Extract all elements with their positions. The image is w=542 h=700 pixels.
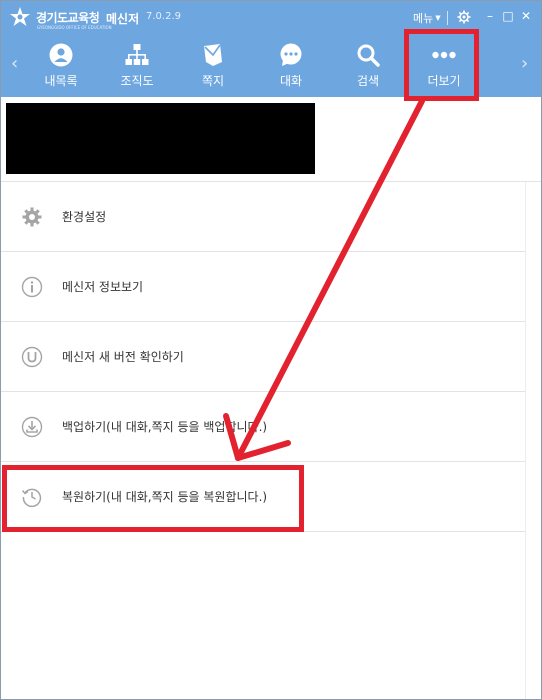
org-name: 경기도교육청: [36, 11, 100, 25]
menu-item-label: 백업하기(내 대화,쪽지 등을 백업합니다.): [62, 420, 268, 434]
download-icon: [21, 416, 43, 438]
nav-item-my-list[interactable]: 내목록: [27, 41, 95, 93]
menu-item-backup[interactable]: 백업하기(내 대화,쪽지 등을 백업합니다.): [1, 392, 525, 462]
org-subtitle: GYEONGGIDO OFFICE OF EDUCATION: [37, 25, 112, 30]
menu-item-check-update[interactable]: 메신저 새 버전 확인하기: [1, 322, 525, 392]
menu-item-label: 환경설정: [62, 210, 107, 224]
nav-next-button[interactable]: ›: [521, 53, 528, 74]
person-icon: [49, 43, 73, 67]
titlebar-divider: [447, 11, 448, 25]
info-icon: [21, 276, 43, 298]
update-icon: [21, 346, 43, 368]
org-chart-icon: [125, 44, 149, 65]
version-label: 7.0.2.9: [146, 11, 181, 22]
nav-item-notes[interactable]: 쪽지: [179, 41, 247, 93]
annotation-highlight-restore: [2, 465, 304, 532]
nav-label: 조직도: [120, 74, 154, 88]
nav-label: 대화: [279, 74, 303, 88]
nav-label: 쪽지: [201, 74, 225, 88]
menu-item-info[interactable]: 메신저 정보보기: [1, 252, 525, 322]
nav-label: 내목록: [44, 74, 78, 88]
scrollbar[interactable]: [525, 182, 541, 699]
gear-icon: [22, 207, 42, 227]
menu-label: 메뉴: [413, 12, 434, 25]
nav-label: 검색: [356, 74, 380, 88]
chat-icon: [280, 43, 302, 66]
messenger-window: 경기도교육청 GYEONGGIDO OFFICE OF EDUCATION 메신…: [0, 0, 542, 700]
nav-prev-button[interactable]: ‹: [11, 53, 18, 74]
annotation-highlight-more: [404, 29, 479, 101]
redacted-profile-block: [6, 103, 315, 174]
search-icon: [357, 44, 380, 67]
caret-down-icon: ▼: [435, 14, 441, 22]
settings-gear-icon[interactable]: [457, 10, 471, 24]
menu-item-label: 메신저 새 버전 확인하기: [62, 350, 184, 364]
menu-item-settings[interactable]: 환경설정: [1, 182, 525, 252]
close-button[interactable]: ✕: [519, 9, 533, 23]
app-name: 메신저: [106, 12, 140, 26]
nav-item-org-chart[interactable]: 조직도: [103, 41, 171, 93]
minimize-button[interactable]: –: [483, 9, 497, 23]
note-icon: [204, 44, 222, 66]
nav-item-search[interactable]: 검색: [334, 41, 402, 93]
menu-item-label: 메신저 정보보기: [62, 280, 144, 294]
nav-item-chat[interactable]: 대화: [257, 41, 325, 93]
maximize-button[interactable]: □: [501, 9, 515, 23]
logo-icon: [10, 7, 30, 26]
profile-area: [1, 97, 541, 182]
menu-dropdown-button[interactable]: 메뉴 ▼: [413, 10, 441, 26]
